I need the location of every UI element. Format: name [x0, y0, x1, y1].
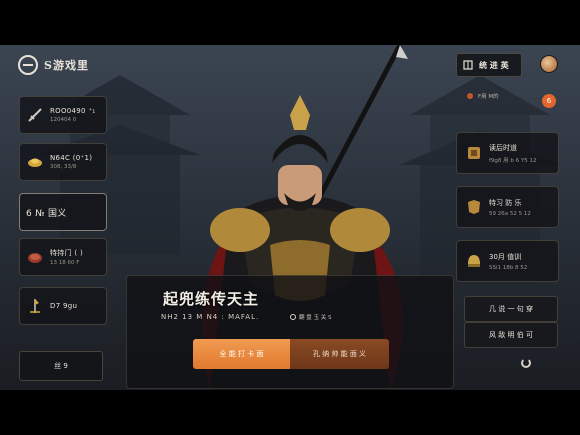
- right-card-3-title: 30月 值训: [489, 252, 522, 261]
- right-card-3[interactable]: 30月 值训 5Si1 18b 8 52: [456, 240, 559, 282]
- game-logo[interactable]: S游戏里: [18, 55, 89, 75]
- primary-action-button[interactable]: 全 能 打 卡 面: [193, 339, 290, 369]
- left-card-2[interactable]: N64C (0⁺1) 308, 33/8: [19, 143, 107, 181]
- right-card-3-sub: 5Si1 18b 8 52: [489, 264, 528, 271]
- armor-icon: [468, 200, 480, 214]
- top-right-menu[interactable]: 统 进 英: [456, 53, 522, 77]
- scroll-icon: [468, 147, 480, 159]
- loading-spinner-icon: [521, 358, 531, 368]
- left-card-1[interactable]: ROO0490 ⁺₁ 120404 0: [19, 96, 107, 134]
- radio-icon: [290, 314, 296, 320]
- hero-title: NH2 13 M N4 : MAFAL.: [161, 313, 260, 321]
- meat-icon: [26, 248, 44, 266]
- side-button-2[interactable]: 风 敌 明 伯 可: [464, 322, 558, 348]
- menu-icon: [463, 60, 473, 70]
- left-card-2-sub: 308, 33/8: [50, 164, 77, 170]
- fire-icon: [467, 93, 473, 99]
- left-card-2-title: N64C (0⁺1): [50, 154, 93, 162]
- right-card-1-title: 读后时道: [489, 143, 517, 152]
- left-card-5-title: D7 9gu: [50, 302, 78, 310]
- right-card-2-title: 特习 防 乐: [489, 198, 522, 207]
- halberd-icon: [26, 297, 44, 315]
- hero-tag-text: 翻 盘 玉 关 S: [299, 315, 332, 321]
- sword-icon: [26, 106, 44, 124]
- left-card-3[interactable]: 6 № 国义: [19, 193, 107, 231]
- left-card-3-title: 6 № 国义: [26, 208, 67, 219]
- notification-row[interactable]: F用 M的: [466, 92, 499, 100]
- right-card-2[interactable]: 特习 防 乐 59 26a 52 5 12: [456, 186, 559, 228]
- left-card-4[interactable]: 特持门 ( ) 13 18 60 F: [19, 238, 107, 276]
- left-card-4-sub: 13 18 60 F: [50, 260, 80, 266]
- helmet-icon: [468, 255, 480, 267]
- notification-count-badge: 6: [542, 94, 556, 108]
- gold-ingot-icon: [26, 153, 44, 171]
- top-right-label: 统 进 英: [479, 60, 509, 70]
- right-card-1[interactable]: 读后时道 f9g8 用 b 6 Y5 12: [456, 132, 559, 174]
- side-button-1[interactable]: 几 说 一 句 穿: [464, 296, 558, 322]
- hero-name: 起兜练传天主: [163, 290, 260, 308]
- left-card-1-sub: 120404 0: [50, 117, 77, 123]
- logo-text: S游戏里: [44, 59, 89, 72]
- logo-emblem-icon: [18, 55, 38, 75]
- left-card-4-title: 特持门 ( ): [50, 249, 84, 257]
- avatar-icon[interactable]: [540, 55, 558, 73]
- right-card-2-sub: 59 26a 52 5 12: [489, 210, 531, 217]
- left-card-5[interactable]: D7 9gu: [19, 287, 107, 325]
- left-card-1-title: ROO0490 ⁺₁: [50, 107, 96, 115]
- right-card-1-sub: f9g8 用 b 6 Y5 12: [489, 157, 537, 164]
- hero-tag[interactable]: 翻 盘 玉 关 S: [290, 313, 332, 321]
- notification-text: F用 M的: [478, 94, 499, 100]
- secondary-action-button[interactable]: 孔 纳 帅 能 面 义: [290, 339, 389, 369]
- bottom-left-button[interactable]: 丝 9: [19, 351, 103, 381]
